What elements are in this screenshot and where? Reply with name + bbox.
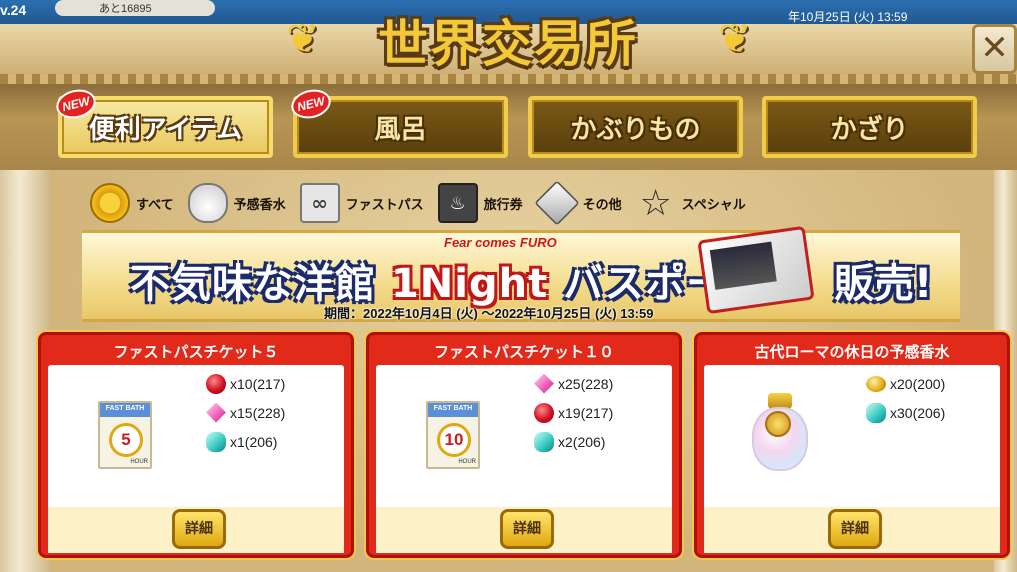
detail-button[interactable]: 詳細	[172, 509, 226, 549]
filter-other[interactable]: その他	[533, 180, 622, 226]
bottle-medal	[765, 411, 791, 437]
banner-title-part2: 1Night	[390, 261, 549, 307]
product-title: ファストパスチケット１０	[433, 343, 614, 361]
cyan-gem-icon	[866, 402, 886, 423]
filter-row: すべて 予感香水 ∞ ファストパス ♨ 旅行券 その他 ☆ スペシャル	[90, 180, 760, 226]
product-body: FAST BATH 5 HOUR x10(217) x15(228) x1(20…	[48, 365, 344, 553]
product-card: ファストパスチケット１０ FAST BATH 10 HOUR x25(228) …	[366, 332, 682, 558]
product-footer: 詳細	[376, 507, 672, 553]
tab-bath[interactable]: NEW 風呂	[288, 85, 508, 158]
filter-label: 予感香水	[233, 197, 286, 213]
perfume-icon	[187, 183, 228, 223]
ruby-icon	[534, 402, 554, 423]
tab-label: 便利アイテム	[88, 114, 243, 145]
star-icon: ☆	[639, 182, 672, 224]
banner-title-part1: 不気味な洋館	[130, 261, 376, 307]
hot-spring-ticket-icon: ♨	[437, 183, 478, 223]
cost-row: x30(206)	[866, 398, 945, 427]
fast-bath-ticket-image: FAST BATH 10 HOUR	[426, 401, 480, 469]
title-plate: 世界交易所	[298, 2, 718, 78]
product-title: 古代ローマの休日の予感香水	[754, 343, 950, 361]
ticket-header: FAST BATH	[433, 405, 473, 412]
tab-convenience-items[interactable]: NEW 便利アイテム	[53, 85, 273, 158]
product-card: 古代ローマの休日の予感香水 x20(200) x30(206) 詳細	[694, 332, 1010, 558]
cost-row: x15(228)	[206, 398, 285, 427]
close-button[interactable]: ✕	[972, 24, 1017, 74]
product-body: FAST BATH 10 HOUR x25(228) x19(217) x2(2…	[376, 365, 672, 553]
product-title: ファストパスチケット５	[113, 343, 279, 361]
ticket-header: FAST BATH	[105, 405, 145, 412]
cost-text: x20(200)	[890, 375, 946, 392]
banner-title: 不気味な洋館 1Night バスポート	[130, 251, 768, 309]
product-body: x20(200) x30(206) 詳細	[704, 365, 1000, 553]
ticket-number: 5	[109, 423, 143, 457]
pink-gem-icon	[206, 402, 226, 423]
exp-bar: あと16895	[55, 0, 215, 16]
banner-subtitle: Fear comes FURO	[444, 235, 557, 250]
ticket-number: 10	[437, 423, 471, 457]
product-card: ファストパスチケット５ FAST BATH 5 HOUR x10(217) x1…	[38, 332, 354, 558]
gold-coin-icon	[866, 375, 886, 392]
filter-fastpass[interactable]: ∞ ファストパス	[299, 183, 424, 223]
event-banner[interactable]: Fear comes FURO 不気味な洋館 1Night バスポート 販売! …	[82, 225, 960, 322]
pink-gem-icon	[534, 373, 554, 394]
tab-decorations[interactable]: かざり	[762, 96, 977, 158]
filter-label: その他	[582, 197, 622, 213]
tab-label: かざり	[830, 114, 909, 145]
tab-label: かぶりもの	[570, 114, 701, 145]
product-footer: 詳細	[704, 507, 1000, 553]
ruby-icon	[206, 373, 226, 394]
cost-text: x19(217)	[558, 404, 614, 421]
cost-row: x10(217)	[206, 369, 285, 398]
detail-button[interactable]: 詳細	[828, 509, 882, 549]
page-title: 世界交易所	[378, 15, 638, 73]
tab-label: 風呂	[374, 114, 427, 145]
clock-text: 年10月25日 (火) 13:59	[788, 10, 908, 24]
cost-text: x30(206)	[890, 404, 946, 421]
fast-bath-ticket-image: FAST BATH 5 HOUR	[98, 401, 152, 469]
filter-special[interactable]: ☆ スペシャル	[636, 182, 746, 224]
tab-headwear[interactable]: かぶりもの	[528, 96, 743, 158]
coin-icon	[90, 183, 130, 223]
cost-list: x20(200) x30(206)	[866, 369, 945, 427]
cost-list: x10(217) x15(228) x1(206)	[206, 369, 285, 456]
ticket-unit: HOUR	[130, 459, 148, 465]
product-footer: 詳細	[48, 507, 344, 553]
cost-list: x25(228) x19(217) x2(206)	[534, 369, 613, 456]
filter-all[interactable]: すべて	[90, 183, 174, 223]
ticket-unit: HOUR	[458, 459, 476, 465]
level-label: v.24	[0, 2, 27, 18]
filter-label: ファストパス	[345, 197, 424, 213]
cost-text: x1(206)	[230, 433, 278, 450]
box-icon	[533, 180, 580, 226]
passport-ticket-image	[697, 225, 815, 315]
perfume-bottle-image	[750, 393, 810, 475]
cost-text: x15(228)	[230, 404, 286, 421]
cost-row: x1(206)	[206, 427, 285, 456]
banner-sale-label: 販売!	[834, 261, 933, 307]
filter-label: 旅行券	[483, 197, 523, 213]
cost-row: x25(228)	[534, 369, 613, 398]
filter-label: すべて	[136, 197, 174, 213]
detail-button[interactable]: 詳細	[500, 509, 554, 549]
banner-period: 期間：2022年10月4日 (火) ～2022年10月25日 (火) 13:59	[324, 306, 654, 321]
filter-perfume[interactable]: 予感香水	[187, 183, 286, 223]
cyan-gem-icon	[206, 431, 226, 452]
cost-row: x20(200)	[866, 369, 945, 398]
filter-label: スペシャル	[681, 197, 746, 213]
cyan-gem-icon	[534, 431, 554, 452]
cost-row: x2(206)	[534, 427, 613, 456]
laurel-right-icon: ❦	[718, 16, 752, 62]
filter-travel-ticket[interactable]: ♨ 旅行券	[437, 183, 523, 223]
cost-text: x2(206)	[558, 433, 606, 450]
cost-text: x10(217)	[230, 375, 286, 392]
cost-row: x19(217)	[534, 398, 613, 427]
fastpass-icon: ∞	[299, 183, 340, 223]
cost-text: x25(228)	[558, 375, 614, 392]
